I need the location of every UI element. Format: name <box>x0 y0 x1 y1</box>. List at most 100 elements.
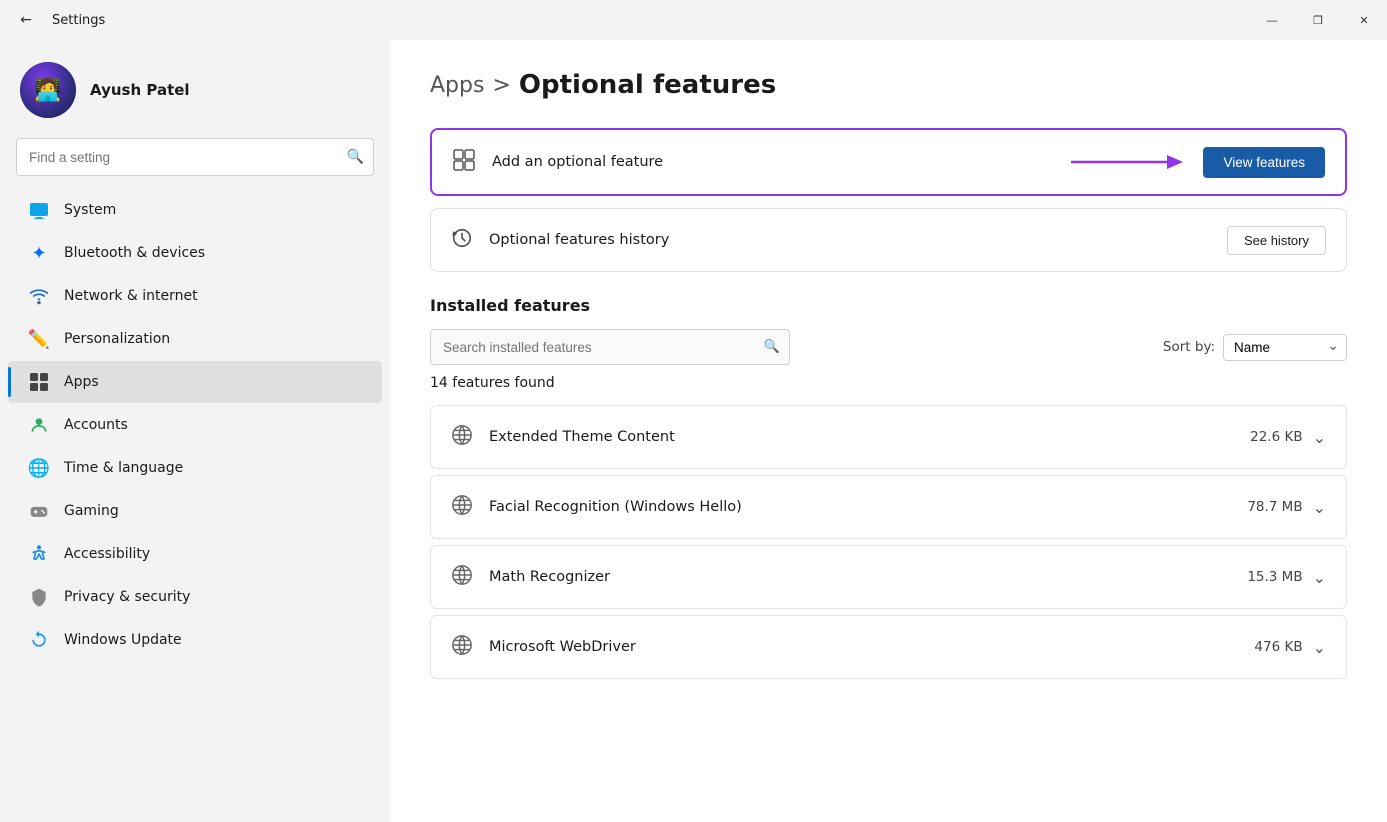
add-feature-right: View features <box>1067 147 1325 178</box>
sort-select-wrap: Name Size Date installed <box>1223 334 1347 361</box>
feature-item-left: Extended Theme Content <box>451 424 675 451</box>
feature-item-extended-theme[interactable]: Extended Theme Content 22.6 KB ⌄ <box>430 405 1347 469</box>
sidebar-item-accounts[interactable]: Accounts <box>8 404 382 446</box>
sidebar-item-label: Gaming <box>64 503 119 519</box>
sort-label: Sort by: <box>1163 339 1215 355</box>
minimize-button[interactable]: — <box>1249 0 1295 40</box>
main-content: Apps > Optional features Add an optional… <box>390 40 1387 822</box>
history-card: Optional features history See history <box>430 208 1347 272</box>
see-history-button[interactable]: See history <box>1227 226 1326 255</box>
sidebar-item-gaming[interactable]: Gaming <box>8 490 382 532</box>
sidebar-item-system[interactable]: System <box>8 189 382 231</box>
avatar-inner: 🧑‍💻 <box>20 62 76 118</box>
titlebar-controls: — ❐ ✕ <box>1249 0 1387 40</box>
sidebar-item-apps[interactable]: Apps <box>8 361 382 403</box>
sidebar-item-personalization[interactable]: ✏️ Personalization <box>8 318 382 360</box>
maximize-icon: ❐ <box>1313 14 1323 27</box>
network-icon <box>28 285 50 307</box>
features-count: 14 features found <box>430 375 1347 391</box>
history-text: Optional features history <box>489 232 669 248</box>
search-box: 🔍 <box>16 138 374 176</box>
feature-item-facial-recognition[interactable]: Facial Recognition (Windows Hello) 78.7 … <box>430 475 1347 539</box>
avatar-icon: 🧑‍💻 <box>34 78 61 103</box>
back-icon: ← <box>20 12 32 28</box>
add-feature-icon <box>452 148 476 177</box>
search-icon: 🔍 <box>347 149 364 165</box>
feature-chevron-icon[interactable]: ⌄ <box>1313 568 1326 587</box>
avatar: 🧑‍💻 <box>20 62 76 118</box>
feature-item-icon <box>451 494 473 521</box>
breadcrumb-separator: > <box>492 73 510 98</box>
breadcrumb-current: Optional features <box>519 70 776 100</box>
feature-size: 15.3 MB <box>1247 569 1302 585</box>
feature-item-left: Facial Recognition (Windows Hello) <box>451 494 742 521</box>
sort-row: Sort by: Name Size Date installed <box>1163 334 1347 361</box>
feature-size: 22.6 KB <box>1250 429 1302 445</box>
sidebar: 🧑‍💻 Ayush Patel 🔍 System <box>0 40 390 822</box>
sidebar-item-privacy[interactable]: Privacy & security <box>8 576 382 618</box>
sidebar-item-label: Personalization <box>64 331 170 347</box>
titlebar: ← Settings — ❐ ✕ <box>0 0 1387 40</box>
feature-item-icon <box>451 564 473 591</box>
history-icon <box>451 227 473 254</box>
app-body: 🧑‍💻 Ayush Patel 🔍 System <box>0 40 1387 822</box>
sidebar-item-label: Accessibility <box>64 546 150 562</box>
feature-item-left: Math Recognizer <box>451 564 610 591</box>
bluetooth-icon: ✦ <box>28 242 50 264</box>
close-button[interactable]: ✕ <box>1341 0 1387 40</box>
feature-item-name: Math Recognizer <box>489 569 610 585</box>
back-button[interactable]: ← <box>12 6 40 34</box>
user-name: Ayush Patel <box>90 81 190 99</box>
feature-item-name: Extended Theme Content <box>489 429 675 445</box>
add-feature-text: Add an optional feature <box>492 154 663 170</box>
sidebar-item-accessibility[interactable]: Accessibility <box>8 533 382 575</box>
titlebar-title: Settings <box>52 13 105 28</box>
system-icon <box>28 199 50 221</box>
view-features-button[interactable]: View features <box>1203 147 1325 178</box>
search-features-input[interactable] <box>430 329 790 365</box>
minimize-icon: — <box>1267 14 1278 27</box>
privacy-icon <box>28 586 50 608</box>
sidebar-item-label: Network & internet <box>64 288 198 304</box>
feature-item-right: 15.3 MB ⌄ <box>1247 568 1326 587</box>
add-feature-left: Add an optional feature <box>452 148 663 177</box>
feature-item-math-recognizer[interactable]: Math Recognizer 15.3 MB ⌄ <box>430 545 1347 609</box>
sidebar-item-time[interactable]: 🌐 Time & language <box>8 447 382 489</box>
feature-item-name: Microsoft WebDriver <box>489 639 636 655</box>
feature-size: 78.7 MB <box>1247 499 1302 515</box>
search-sort-row: 🔍 Sort by: Name Size Date installed <box>430 329 1347 365</box>
close-icon: ✕ <box>1359 14 1368 27</box>
apps-icon <box>28 371 50 393</box>
feature-item-name: Facial Recognition (Windows Hello) <box>489 499 742 515</box>
sidebar-item-label: Bluetooth & devices <box>64 245 205 261</box>
arrow-right-icon <box>1067 148 1187 176</box>
sidebar-item-update[interactable]: Windows Update <box>8 619 382 661</box>
accounts-icon <box>28 414 50 436</box>
sort-select[interactable]: Name Size Date installed <box>1223 334 1347 361</box>
feature-item-icon <box>451 424 473 451</box>
feature-item-webdriver[interactable]: Microsoft WebDriver 476 KB ⌄ <box>430 615 1347 679</box>
breadcrumb-parent[interactable]: Apps <box>430 73 484 98</box>
feature-item-right: 78.7 MB ⌄ <box>1247 498 1326 517</box>
sidebar-item-label: Apps <box>64 374 99 390</box>
feature-item-right: 476 KB ⌄ <box>1254 638 1326 657</box>
sidebar-item-label: Accounts <box>64 417 128 433</box>
feature-chevron-icon[interactable]: ⌄ <box>1313 428 1326 447</box>
feature-item-right: 22.6 KB ⌄ <box>1250 428 1326 447</box>
feature-chevron-icon[interactable]: ⌄ <box>1313 498 1326 517</box>
sidebar-nav: System ✦ Bluetooth & devices Network & i… <box>0 188 390 662</box>
sidebar-item-network[interactable]: Network & internet <box>8 275 382 317</box>
time-icon: 🌐 <box>28 457 50 479</box>
search-input[interactable] <box>16 138 374 176</box>
feature-chevron-icon[interactable]: ⌄ <box>1313 638 1326 657</box>
sidebar-item-label: Time & language <box>64 460 183 476</box>
titlebar-left: ← Settings <box>12 6 105 34</box>
sidebar-item-bluetooth[interactable]: ✦ Bluetooth & devices <box>8 232 382 274</box>
search-features-icon: 🔍 <box>764 340 780 355</box>
installed-features-title: Installed features <box>430 296 1347 315</box>
maximize-button[interactable]: ❐ <box>1295 0 1341 40</box>
feature-item-icon <box>451 634 473 661</box>
sidebar-item-label: Privacy & security <box>64 589 190 605</box>
sidebar-item-label: Windows Update <box>64 632 182 648</box>
personalization-icon: ✏️ <box>28 328 50 350</box>
